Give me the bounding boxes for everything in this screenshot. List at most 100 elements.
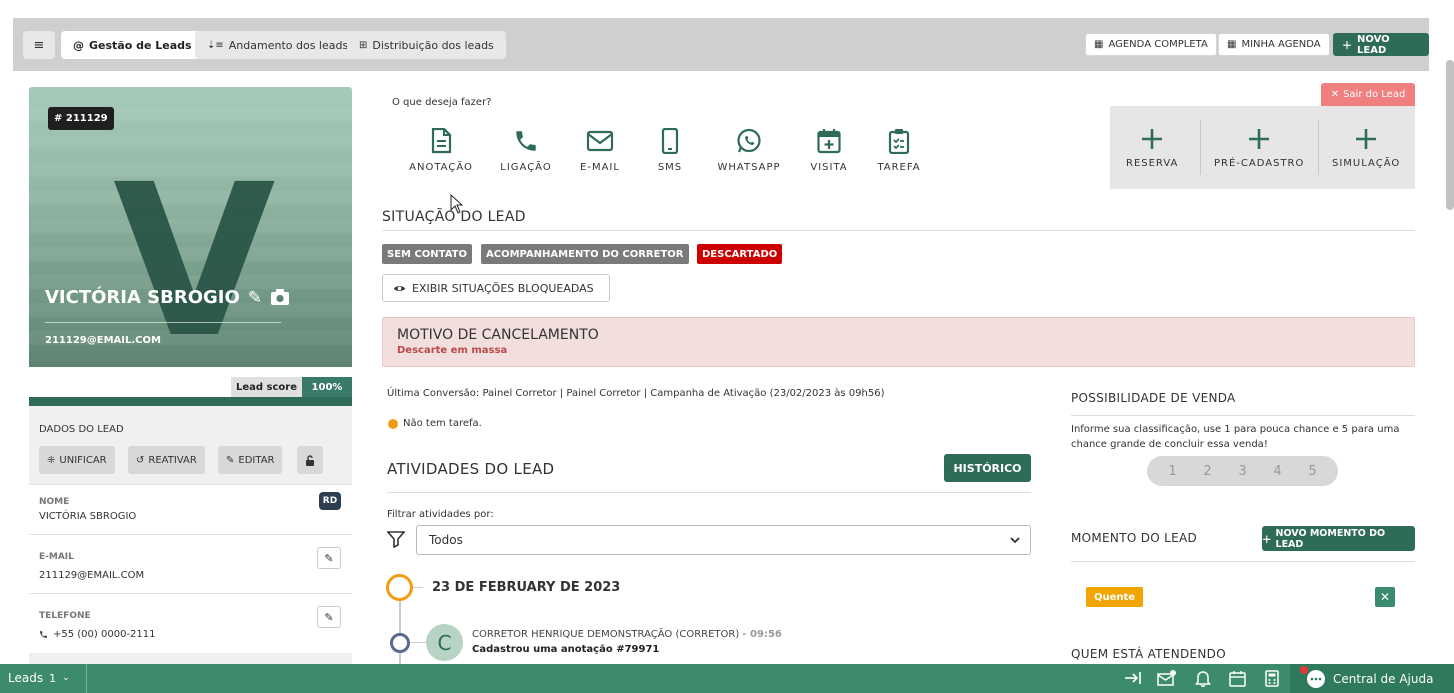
lead-email: 211129@EMAIL.COM: [45, 335, 161, 346]
menu-button[interactable]: ≡: [23, 31, 55, 59]
calculator-icon[interactable]: [1265, 670, 1279, 687]
action-anotacao[interactable]: ANOTAÇÃO: [401, 128, 481, 173]
mail-star-icon[interactable]: [1157, 669, 1177, 687]
help-label: Central de Ajuda: [1333, 672, 1434, 686]
field-nome: NOME VICTÓRIA SBROGIO RD: [29, 484, 352, 534]
unlock-icon: [305, 454, 315, 466]
pencil-icon: ✎: [226, 454, 235, 466]
timeline-entry-header: CORRETOR HENRIQUE DEMONSTRAÇÃO (CORRETOR…: [472, 629, 782, 640]
envelope-icon: [586, 128, 614, 154]
action-label: SMS: [657, 162, 683, 173]
plus-icon: ＋: [1262, 534, 1272, 546]
sort-icon: ⇣≡: [207, 39, 224, 51]
action-simulacao[interactable]: SIMULAÇÃO: [1332, 128, 1400, 169]
lead-id-badge: # 211129: [48, 107, 114, 130]
bell-icon[interactable]: [1195, 670, 1211, 687]
tab-gestao-de-leads[interactable]: @ Gestão de Leads: [61, 31, 204, 59]
camera-icon[interactable]: [270, 289, 290, 306]
tab-label: Distribuição dos leads: [372, 38, 494, 52]
filter-icon: [387, 530, 405, 548]
undo-icon: ↺: [136, 454, 145, 466]
exibir-label: EXIBIR SITUAÇÕES BLOQUEADAS: [412, 281, 594, 295]
action-whatsapp[interactable]: WHATSAPP: [709, 128, 789, 173]
status-tag-sem-contato[interactable]: SEM CONTATO: [382, 244, 473, 264]
pencil-icon[interactable]: ✎: [248, 288, 262, 308]
leads-count: 1: [49, 671, 57, 685]
dados-title: DADOS DO LEAD: [39, 424, 124, 435]
actions-prompt: O que deseja fazer?: [392, 97, 492, 108]
avatar: C: [426, 624, 463, 661]
pencil-icon: ✎: [324, 551, 334, 565]
tab-label: Andamento dos leads: [228, 38, 349, 52]
help-button[interactable]: Central de Ajuda: [1290, 664, 1454, 693]
action-ligacao[interactable]: LIGAÇÃO: [486, 128, 566, 173]
action-email[interactable]: E-MAIL: [560, 128, 640, 173]
tarefa-status: Não tem tarefa.: [388, 418, 482, 429]
rating-option-3[interactable]: 3: [1238, 464, 1246, 479]
action-reserva[interactable]: RESERVA: [1126, 128, 1178, 169]
filter-select-value: Todos: [429, 533, 463, 547]
lead-score-label: Lead score: [230, 377, 302, 397]
action-visita[interactable]: VISITA: [789, 128, 869, 173]
clipboard-check-icon: [888, 128, 910, 154]
editar-label: EDITAR: [238, 454, 275, 466]
action-pre-cadastro[interactable]: PRÉ-CADASTRO: [1214, 128, 1304, 169]
filter-select[interactable]: Todos: [416, 525, 1031, 555]
leads-tab[interactable]: Leads 1 ⌄: [8, 671, 70, 685]
timeline-date: 23 DE FEBRUARY DE 2023: [432, 580, 621, 595]
action-tarefa[interactable]: TAREFA: [859, 128, 939, 173]
chevron-down-icon: ⌄: [62, 673, 70, 683]
plus-icon: [1248, 128, 1270, 150]
lead-hero: V # 211129 VICTÓRIA SBROGIO ✎ 211129@EMA…: [29, 87, 352, 367]
collapse-icon[interactable]: [1124, 671, 1142, 685]
editar-button[interactable]: ✎ EDITAR: [218, 446, 283, 474]
field-value: +55 (00) 0000-2111: [53, 629, 156, 640]
rating-option-4[interactable]: 4: [1273, 464, 1281, 479]
exibir-situacoes-button[interactable]: EXIBIR SITUAÇÕES BLOQUEADAS: [382, 274, 610, 302]
top-toolbar: ≡ @ Gestão de Leads ⇣≡ Andamento dos lea…: [13, 18, 1429, 71]
field-label: E-MAIL: [39, 552, 74, 562]
unificar-label: UNIFICAR: [59, 454, 107, 466]
sair-label: Sair do Lead: [1343, 89, 1406, 100]
status-tag-acompanhamento[interactable]: ACOMPANHAMENTO DO CORRETOR: [481, 244, 689, 264]
novo-lead-button[interactable]: ＋ NOVO LEAD: [1333, 33, 1429, 56]
reativar-button[interactable]: ↺ REATIVAR: [128, 446, 205, 474]
atendendo-title: QUEM ESTÁ ATENDENDO: [1071, 647, 1226, 661]
atividades-title: ATIVIDADES DO LEAD: [387, 460, 555, 478]
action-label: LIGAÇÃO: [500, 162, 552, 173]
rating-option-5[interactable]: 5: [1308, 464, 1316, 479]
bottom-taskbar: Leads 1 ⌄ Central de Ajuda: [0, 664, 1454, 693]
field-label: TELEFONE: [39, 611, 91, 621]
calendar-icon[interactable]: [1229, 670, 1246, 687]
edit-phone-button[interactable]: ✎: [317, 606, 341, 628]
tab-distribuicao-dos-leads[interactable]: ⊞ Distribuição dos leads: [347, 31, 506, 59]
novo-momento-label: NOVO MOMENTO DO LEAD: [1275, 527, 1386, 550]
historico-button[interactable]: HISTÓRICO: [944, 454, 1031, 482]
minha-agenda-button[interactable]: ▦ MINHA AGENDA: [1218, 33, 1330, 56]
scrollbar-thumb[interactable]: [1446, 60, 1454, 210]
action-label: ANOTAÇÃO: [409, 162, 473, 173]
rating-option-1[interactable]: 1: [1168, 464, 1176, 479]
novo-momento-button[interactable]: ＋ NOVO MOMENTO DO LEAD: [1262, 526, 1415, 551]
motivo-cancelamento-alert: MOTIVO DE CANCELAMENTO Descarte em massa: [382, 317, 1415, 367]
situacao-title: SITUAÇÃO DO LEAD: [382, 209, 526, 225]
agenda-completa-button[interactable]: ▦ AGENDA COMPLETA: [1085, 33, 1217, 56]
lead-score-value: 100%: [302, 377, 352, 397]
edit-email-button[interactable]: ✎: [317, 547, 341, 569]
entry-author: CORRETOR HENRIQUE DEMONSTRAÇÃO (CORRETOR…: [472, 629, 747, 640]
field-value-row: +55 (00) 0000-2111: [39, 629, 156, 640]
action-label: VISITA: [810, 162, 848, 173]
field-label: NOME: [39, 497, 70, 507]
unlock-button[interactable]: [297, 446, 323, 474]
sair-do-lead-button[interactable]: ✕ Sair do Lead: [1321, 83, 1415, 106]
unificar-button[interactable]: ⁜ UNIFICAR: [39, 446, 115, 474]
tab-andamento-dos-leads[interactable]: ⇣≡ Andamento dos leads: [195, 31, 361, 59]
tarefa-text: Não tem tarefa.: [403, 418, 482, 429]
action-label: TAREFA: [877, 162, 921, 173]
action-sms[interactable]: SMS: [630, 128, 710, 173]
rating-option-2[interactable]: 2: [1203, 464, 1211, 479]
tab-label: Gestão de Leads: [89, 38, 192, 52]
status-tag-descartado[interactable]: DESCARTADO: [697, 244, 783, 264]
remove-momento-button[interactable]: ✕: [1375, 587, 1395, 607]
novo-lead-label: NOVO LEAD: [1357, 33, 1390, 56]
